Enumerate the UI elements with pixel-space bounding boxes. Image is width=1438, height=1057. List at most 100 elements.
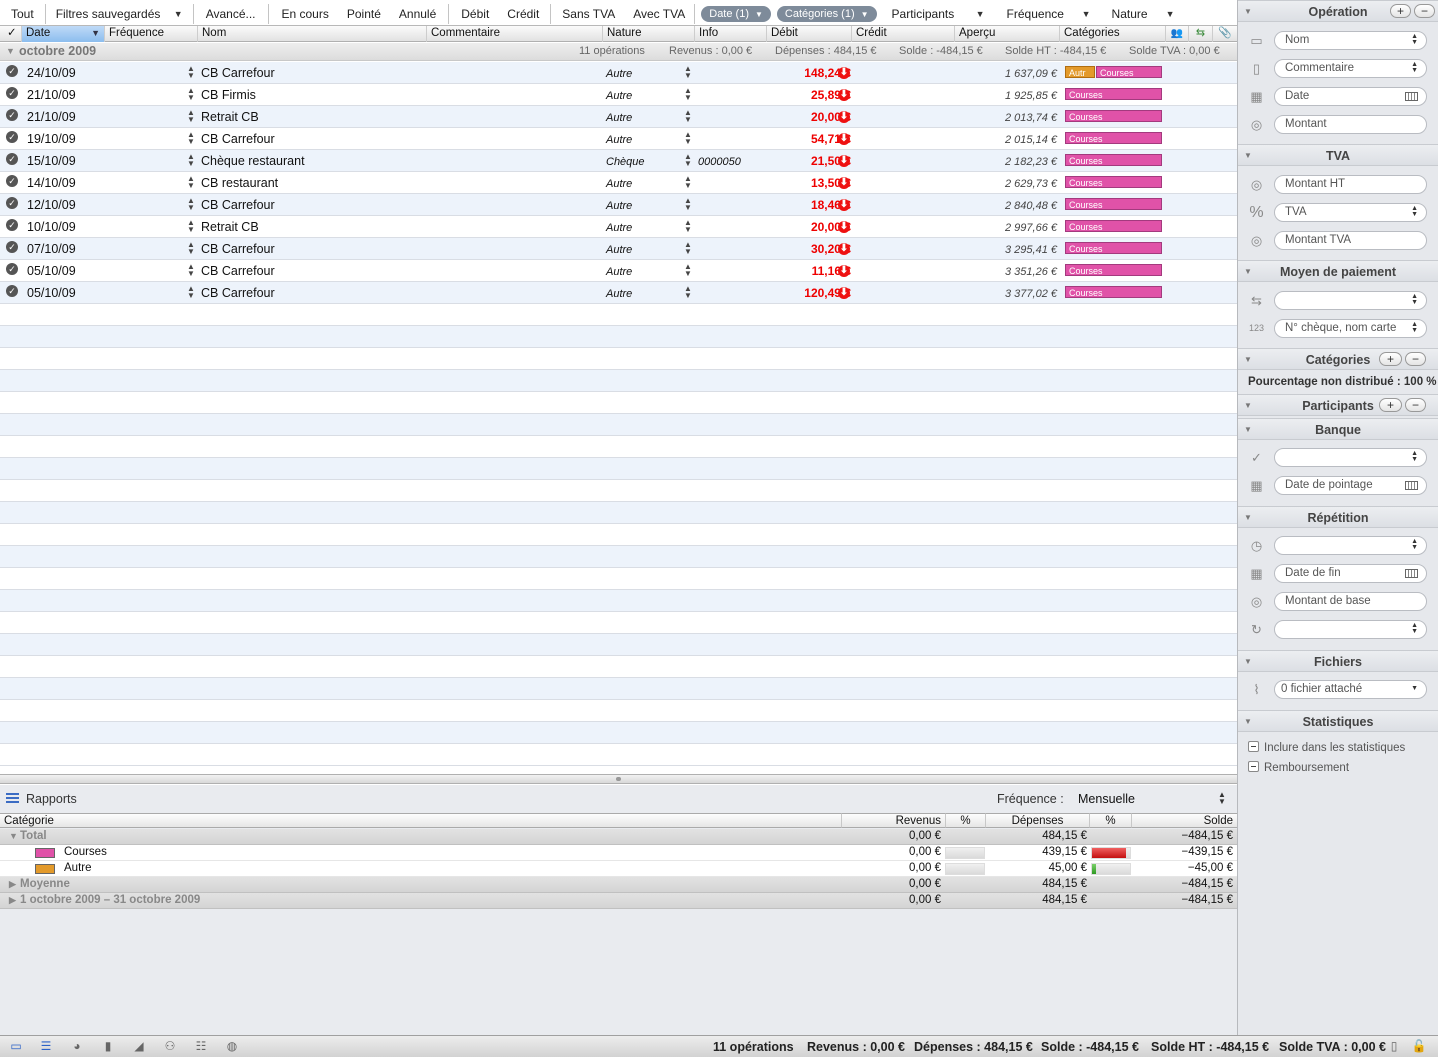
table-row[interactable]: ✓ 19/10/09 ▲ ▼ CB Carrefour Autre ▲ ▼ 54,71 € ⬇ 2 … — [0, 128, 1237, 150]
col-nature[interactable]: Nature — [603, 26, 695, 42]
updown-stepper-icon[interactable]: ▲ ▼ — [684, 109, 692, 124]
inclure-stats-checkbox[interactable]: Inclure dans les statistiques — [1248, 741, 1405, 754]
updown-stepper-icon[interactable]: ▲ ▼ — [187, 109, 195, 124]
month-group-row[interactable]: ▼ octobre 2009 11 opérations Revenus : 0… — [0, 43, 1237, 61]
checkbox-mixed-icon[interactable] — [1248, 741, 1259, 752]
debit-arrow-icon[interactable]: ⬇ — [838, 67, 850, 79]
updown-stepper-icon[interactable]: ▲ ▼ — [187, 219, 195, 234]
rep-col-pct-depenses[interactable]: % — [1090, 813, 1132, 828]
updown-stepper-icon[interactable]: ▲ ▼ — [1411, 293, 1418, 306]
people-icon[interactable]: ⚇ — [162, 1040, 178, 1053]
calendar-picker-icon[interactable] — [1405, 92, 1418, 101]
debit-arrow-icon[interactable]: ⬇ — [838, 221, 850, 233]
fichiers-popup[interactable]: 0 fichier attaché ▼ — [1274, 680, 1427, 699]
section-participants[interactable]: ▼ Participants + − — [1238, 394, 1438, 416]
updown-stepper-icon[interactable]: ▲ ▼ — [187, 285, 195, 300]
calendar-picker-icon[interactable] — [1405, 481, 1418, 490]
montant-base-field[interactable]: Montant de base — [1274, 592, 1427, 611]
rep-col-depenses[interactable]: Dépenses — [986, 813, 1090, 828]
col-transfer-icon[interactable]: ⇆ — [1189, 26, 1213, 42]
col-check[interactable]: ✓ — [0, 26, 22, 42]
section-fichiers[interactable]: ▼ Fichiers — [1238, 650, 1438, 672]
remove-icon[interactable]: − — [1414, 4, 1435, 18]
filter-annule[interactable]: Annulé — [391, 4, 450, 24]
disclosure-triangle-icon[interactable]: ▶ — [9, 879, 16, 890]
filter-sans-tva[interactable]: Sans TVA — [551, 4, 625, 24]
col-categories[interactable]: Catégories — [1060, 26, 1166, 42]
paiement-select[interactable]: ▲ ▼ — [1274, 291, 1427, 310]
checked-circle-icon[interactable]: ✓ — [6, 131, 18, 143]
debit-arrow-icon[interactable]: ⬇ — [838, 199, 850, 211]
repetition-select[interactable]: ▲ ▼ — [1274, 536, 1427, 555]
updown-stepper-icon[interactable]: ▲ ▼ — [1411, 538, 1418, 551]
checked-circle-icon[interactable]: ✓ — [6, 175, 18, 187]
table-row[interactable]: ✓ 05/10/09 ▲ ▼ CB Carrefour Autre ▲ ▼ 11,16 € ⬇ 3 … — [0, 260, 1237, 282]
updown-stepper-icon[interactable]: ▲ ▼ — [684, 241, 692, 256]
updown-stepper-icon[interactable]: ▲ ▼ — [1411, 622, 1418, 635]
filter-avance[interactable]: Avancé... — [194, 4, 269, 24]
table-row[interactable]: ✓ 24/10/09 ▲ ▼ CB Carrefour Autre ▲ ▼ 148,24 € ⬇ 1… — [0, 62, 1237, 84]
nom-field[interactable]: Nom ▲ ▼ — [1274, 31, 1427, 50]
col-date[interactable]: Date ▼ — [22, 26, 105, 42]
table-row[interactable]: ✓ 05/10/09 ▲ ▼ CB Carrefour Autre ▲ ▼ 120,49 € ⬇ 3… — [0, 282, 1237, 304]
debit-arrow-icon[interactable]: ⬇ — [838, 155, 850, 167]
checked-circle-icon[interactable]: ✓ — [6, 219, 18, 231]
checked-circle-icon[interactable]: ✓ — [6, 87, 18, 99]
updown-stepper-icon[interactable]: ▲ ▼ — [1411, 450, 1418, 463]
report-item-row[interactable]: Autre 0,00 € 45,00 € −45,00 € — [0, 861, 1237, 877]
montant-field[interactable]: Montant — [1274, 115, 1427, 134]
device-icon[interactable]: ▯ — [1386, 1040, 1402, 1053]
disclosure-triangle-icon[interactable]: ▼ — [9, 831, 18, 841]
section-repetition[interactable]: ▼ Répétition — [1238, 506, 1438, 528]
updown-stepper-icon[interactable]: ▲ ▼ — [684, 131, 692, 146]
remove-icon[interactable]: − — [1405, 398, 1426, 412]
report-moyenne-row[interactable]: ▶ Moyenne 0,00 € 484,15 € −484,15 € — [0, 877, 1237, 893]
repetition-mode-select[interactable]: ▲ ▼ — [1274, 620, 1427, 639]
updown-stepper-icon[interactable]: ▲ ▼ — [684, 153, 692, 168]
area-chart-icon[interactable]: ◢ — [131, 1040, 147, 1053]
checked-circle-icon[interactable]: ✓ — [6, 153, 18, 165]
col-commentaire[interactable]: Commentaire — [427, 26, 603, 42]
saved-filters-menu[interactable]: Filtres sauvegardés ▼ — [46, 4, 194, 24]
updown-stepper-icon[interactable]: ▲ ▼ — [684, 65, 692, 80]
table-row[interactable]: ✓ 12/10/09 ▲ ▼ CB Carrefour Autre ▲ ▼ 18,46 € ⬇ 2 … — [0, 194, 1237, 216]
filter-tout[interactable]: Tout — [0, 4, 46, 24]
section-paiement[interactable]: ▼ Moyen de paiement — [1238, 260, 1438, 282]
updown-stepper-icon[interactable]: ▲ ▼ — [187, 131, 195, 146]
col-debit[interactable]: Débit — [767, 26, 852, 42]
updown-stepper-icon[interactable]: ▲ ▼ — [1411, 61, 1418, 74]
report-period-row[interactable]: ▶ 1 octobre 2009 – 31 octobre 2009 0,00 … — [0, 893, 1237, 909]
frequence-select[interactable]: Mensuelle — [1078, 792, 1135, 806]
col-info[interactable]: Info — [695, 26, 767, 42]
lock-icon[interactable]: 🔓 — [1411, 1040, 1427, 1053]
section-statistiques[interactable]: ▼ Statistiques — [1238, 710, 1438, 732]
checked-circle-icon[interactable]: ✓ — [6, 285, 18, 297]
globe-icon[interactable]: ◍ — [224, 1040, 240, 1053]
col-apercu[interactable]: Aperçu — [955, 26, 1060, 42]
date-fin-field[interactable]: Date de fin — [1274, 564, 1427, 583]
updown-stepper-icon[interactable]: ▲ ▼ — [187, 241, 195, 256]
section-operation[interactable]: ▼ Opération + − — [1238, 0, 1438, 22]
date-field[interactable]: Date — [1274, 87, 1427, 106]
rep-col-pct-revenus[interactable]: % — [946, 813, 986, 828]
updown-stepper-icon[interactable]: ▲ ▼ — [1411, 321, 1418, 334]
pane-splitter[interactable] — [0, 774, 1237, 784]
table-row[interactable]: ✓ 10/10/09 ▲ ▼ Retrait CB Autre ▲ ▼ 20,00 € ⬇ 2 99… — [0, 216, 1237, 238]
updown-stepper-icon[interactable]: ▲ ▼ — [1411, 205, 1418, 218]
col-credit[interactable]: Crédit — [852, 26, 955, 42]
updown-stepper-icon[interactable]: ▲ ▼ — [187, 87, 195, 102]
updown-stepper-icon[interactable]: ▲ ▼ — [684, 263, 692, 278]
participants-filter-menu[interactable]: Participants ▼ — [880, 4, 993, 24]
checked-circle-icon[interactable]: ✓ — [6, 109, 18, 121]
checked-circle-icon[interactable]: ✓ — [6, 263, 18, 275]
updown-stepper-icon[interactable]: ▲ ▼ — [684, 219, 692, 234]
section-banque[interactable]: ▼ Banque — [1238, 418, 1438, 440]
chevron-down-icon[interactable]: ▼ — [1411, 685, 1418, 692]
montant-ht-field[interactable]: Montant HT — [1274, 175, 1427, 194]
calendar-picker-icon[interactable] — [1405, 569, 1418, 578]
filter-pointe[interactable]: Pointé — [337, 4, 391, 24]
rep-col-solde[interactable]: Solde — [1132, 813, 1237, 828]
debit-arrow-icon[interactable]: ⬇ — [838, 243, 850, 255]
contacts-icon[interactable]: ☷ — [193, 1040, 209, 1053]
col-participants-icon[interactable]: 👥 — [1166, 26, 1189, 42]
